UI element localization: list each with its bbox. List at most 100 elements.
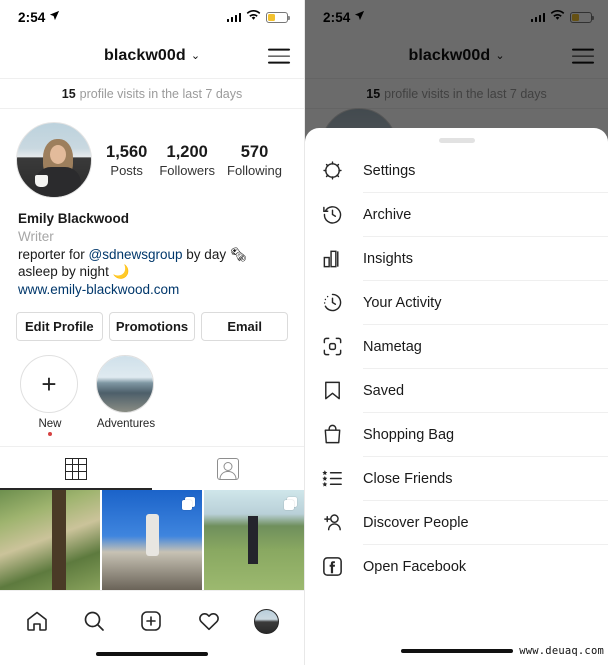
plus-square-icon[interactable] xyxy=(139,609,163,633)
activity-clock-icon xyxy=(319,290,345,316)
bio-suffix: by day 🗞 xyxy=(182,246,247,262)
menu-item-nametag[interactable]: Nametag xyxy=(305,325,608,369)
stat-value: 1,560 xyxy=(106,143,148,162)
menu-item-label: Settings xyxy=(363,162,416,179)
nametag-icon xyxy=(319,334,345,360)
grid-post[interactable] xyxy=(204,490,304,591)
add-highlight-circle[interactable]: + xyxy=(20,355,78,414)
phone-right-menu: 2:54 blackw00d⌄ 15 profile visits in the xyxy=(304,0,608,665)
menu-bottom-sheet: Settings Archive Insights Your Activity … xyxy=(305,128,608,665)
star-list-icon xyxy=(319,466,345,492)
profile-website-link[interactable]: www.emily-blackwood.com xyxy=(18,281,286,299)
stat-posts[interactable]: 1,560 Posts xyxy=(106,142,147,178)
grid-post[interactable] xyxy=(0,490,100,591)
profile-visits-count: 15 xyxy=(61,86,76,101)
edit-profile-button[interactable]: Edit Profile xyxy=(16,312,103,342)
menu-item-settings[interactable]: Settings xyxy=(305,149,608,193)
menu-item-label: Insights xyxy=(363,250,413,267)
bookmark-icon xyxy=(319,378,345,404)
menu-item-saved[interactable]: Saved xyxy=(305,369,608,413)
tab-tagged[interactable] xyxy=(152,447,304,490)
profile-avatar-icon[interactable] xyxy=(254,608,280,634)
facebook-icon xyxy=(319,554,345,580)
person-plus-icon xyxy=(319,510,345,536)
menu-item-insights[interactable]: Insights xyxy=(305,237,608,281)
tagged-person-icon xyxy=(217,457,239,480)
multi-post-icon xyxy=(284,497,297,511)
bio-line-2: asleep by night 🌙 xyxy=(18,264,130,280)
username-dropdown[interactable]: blackw00d ⌄ xyxy=(104,47,200,65)
promotions-button[interactable]: Promotions xyxy=(108,312,196,342)
stat-value: 570 xyxy=(240,143,269,162)
bio-line-1: reporter for @sdnewsgroup by day 🗞 xyxy=(18,246,286,264)
stat-following[interactable]: 570 Following xyxy=(227,142,282,178)
highlight-adventures[interactable]: Adventures xyxy=(96,355,156,436)
menu-item-archive[interactable]: Archive xyxy=(305,193,608,237)
phone-left-profile: 2:54 blackw00d ⌄ 15 profile visits in the xyxy=(0,0,304,665)
highlight-label: Adventures xyxy=(96,418,156,431)
stat-followers[interactable]: 1,200 Followers xyxy=(159,142,215,178)
heart-icon[interactable] xyxy=(197,609,221,633)
profile-section: 1,560 Posts 1,200 Followers 570 Followin… xyxy=(0,109,304,299)
highlight-label: New xyxy=(38,418,62,431)
menu-item-discover-people[interactable]: Discover People xyxy=(305,501,608,545)
chevron-down-icon: ⌄ xyxy=(190,50,201,62)
profile-visits-banner: 15 profile visits in the last 7 days xyxy=(0,78,304,109)
avatar[interactable] xyxy=(16,122,92,198)
bio-mention[interactable]: @sdnewsgroup xyxy=(89,247,183,262)
status-time: 2:54 xyxy=(18,9,46,25)
profile-header: blackw00d ⌄ xyxy=(0,34,304,78)
cellular-bars-icon xyxy=(226,12,241,22)
status-bar-left: 2:54 xyxy=(18,8,60,26)
menu-item-label: Open Facebook xyxy=(363,558,467,575)
menu-item-label: Discover People xyxy=(363,514,469,531)
highlight-circle[interactable] xyxy=(96,355,154,414)
grid-post[interactable] xyxy=(102,490,202,591)
profile-category: Writer xyxy=(18,228,54,244)
menu-item-label: Your Activity xyxy=(363,294,442,311)
stat-label: Followers xyxy=(159,162,215,178)
bio-prefix: reporter for xyxy=(18,246,89,262)
shopping-bag-icon xyxy=(319,422,345,448)
tab-grid[interactable] xyxy=(0,447,152,491)
plus-icon: + xyxy=(41,369,57,400)
menu-item-your-activity[interactable]: Your Activity xyxy=(305,281,608,325)
menu-list: Settings Archive Insights Your Activity … xyxy=(305,143,608,589)
menu-item-label: Close Friends xyxy=(363,470,453,487)
multi-post-icon xyxy=(182,497,195,511)
status-bar: 2:54 xyxy=(0,0,304,34)
home-indicator xyxy=(96,651,208,656)
menu-item-label: Nametag xyxy=(363,338,422,355)
wifi-icon xyxy=(246,8,261,26)
location-arrow-icon xyxy=(49,8,60,26)
bottom-nav-row xyxy=(0,601,304,641)
status-bar-right xyxy=(226,8,290,26)
menu-item-label: Archive xyxy=(363,206,412,223)
new-indicator-dot xyxy=(48,432,52,437)
search-icon[interactable] xyxy=(82,609,106,633)
battery-low-icon xyxy=(266,11,290,23)
username-label: blackw00d xyxy=(103,47,186,64)
menu-item-label: Saved xyxy=(363,382,405,399)
menu-item-close-friends[interactable]: Close Friends xyxy=(305,457,608,501)
bottom-navigation xyxy=(0,590,304,665)
stat-label: Following xyxy=(227,162,282,178)
profile-display-name: Emily Blackwood xyxy=(18,211,130,226)
profile-actions: Edit Profile Promotions Email xyxy=(0,299,304,342)
email-button[interactable]: Email xyxy=(201,312,289,342)
profile-stats: 1,560 Posts 1,200 Followers 570 Followin… xyxy=(92,142,288,178)
watermark: www.deuaq.com xyxy=(519,645,604,657)
story-highlights: + New Adventures xyxy=(0,341,304,446)
home-indicator xyxy=(400,648,513,653)
menu-item-open-facebook[interactable]: Open Facebook xyxy=(305,545,608,589)
highlight-thumbnail xyxy=(97,356,153,413)
stat-value: 1,200 xyxy=(166,143,208,162)
highlight-new[interactable]: + New xyxy=(20,355,80,437)
menu-item-shopping-bag[interactable]: Shopping Bag xyxy=(305,413,608,457)
grid-icon xyxy=(65,457,87,480)
profile-top-row: 1,560 Posts 1,200 Followers 570 Followin… xyxy=(16,122,288,198)
hamburger-menu-icon[interactable] xyxy=(268,48,290,64)
gear-icon xyxy=(319,158,345,184)
bar-chart-icon xyxy=(319,246,345,272)
home-icon[interactable] xyxy=(25,609,49,633)
